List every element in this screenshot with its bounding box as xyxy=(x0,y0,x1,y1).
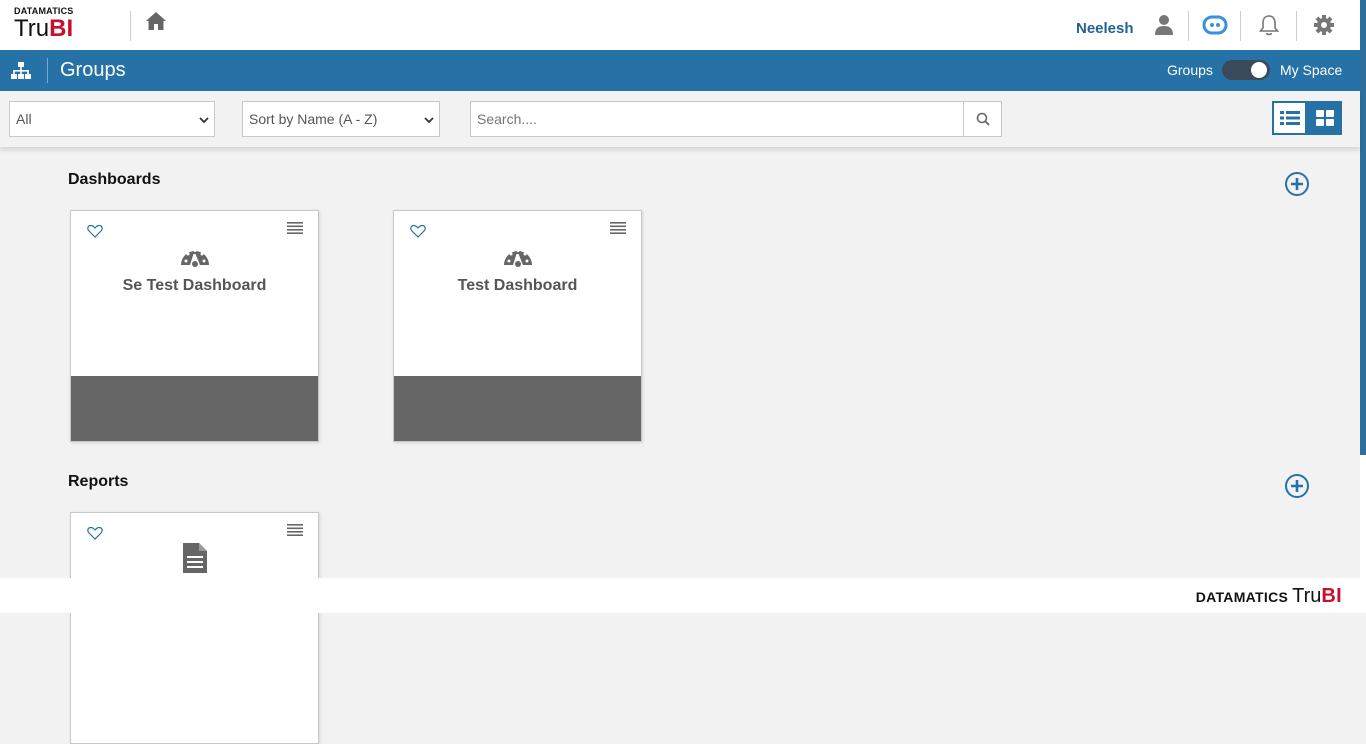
report-document-icon xyxy=(182,543,207,573)
header-divider xyxy=(1240,11,1241,41)
dashboard-gauge-icon xyxy=(503,249,532,267)
sort-select-value: Sort by Name (A - Z) xyxy=(249,111,378,127)
card-thumbnail xyxy=(71,376,318,441)
grid-view-icon xyxy=(1315,110,1334,126)
header-divider xyxy=(130,11,131,41)
section-title-reports: Reports xyxy=(68,473,129,490)
filter-toolbar: All Sort by Name (A - Z) xyxy=(0,91,1360,147)
toggle-label-groups: Groups xyxy=(1167,62,1213,78)
page-footer: DATAMATICS TruBI xyxy=(0,578,1360,613)
heart-icon[interactable] xyxy=(87,526,103,540)
sort-select[interactable]: Sort by Name (A - Z) xyxy=(242,101,440,137)
dashboard-card[interactable]: Se Test Dashboard xyxy=(70,210,319,442)
search-button[interactable] xyxy=(963,102,1001,136)
user-icon[interactable] xyxy=(1154,14,1176,36)
username-link[interactable]: Neelesh xyxy=(1076,20,1134,37)
page-scrollbar[interactable] xyxy=(1360,0,1366,613)
chevron-down-icon xyxy=(199,117,209,124)
sitemap-icon xyxy=(10,61,32,81)
page-title-bar: Groups Groups My Space xyxy=(0,50,1360,91)
scrollbar-thumb[interactable] xyxy=(1360,0,1366,455)
category-select-value: All xyxy=(16,111,32,127)
footer-company: DATAMATICS xyxy=(1195,589,1289,605)
hamburger-menu-icon[interactable] xyxy=(287,222,303,234)
footer-tru: Tru xyxy=(1292,585,1322,607)
heart-icon[interactable] xyxy=(410,224,426,238)
category-select[interactable]: All xyxy=(9,101,215,137)
search-box xyxy=(470,101,1002,137)
title-divider xyxy=(47,58,48,83)
footer-brand: DATAMATICS TruBI xyxy=(1196,585,1342,608)
chatbot-icon[interactable] xyxy=(1202,15,1228,37)
footer-bi: BI xyxy=(1321,585,1342,607)
gear-icon[interactable] xyxy=(1313,14,1335,36)
list-view-button[interactable] xyxy=(1272,101,1307,135)
heart-icon[interactable] xyxy=(87,224,103,238)
hamburger-menu-icon[interactable] xyxy=(287,524,303,536)
toggle-label-my-space: My Space xyxy=(1280,62,1343,78)
hamburger-menu-icon[interactable] xyxy=(610,222,626,234)
chevron-down-icon xyxy=(424,117,434,124)
report-card[interactable] xyxy=(70,512,319,744)
page-title: Groups xyxy=(60,59,126,81)
logo-product: TruBI xyxy=(14,17,84,41)
space-toggle[interactable] xyxy=(1222,60,1270,80)
search-icon xyxy=(976,112,990,126)
toggle-knob xyxy=(1251,62,1267,78)
list-view-icon xyxy=(1279,111,1300,125)
section-title-dashboards: Dashboards xyxy=(68,171,161,188)
home-icon[interactable] xyxy=(145,11,167,33)
card-thumbnail xyxy=(394,376,641,441)
header-divider xyxy=(1296,11,1297,41)
logo-bi: BI xyxy=(49,15,74,42)
add-report-button[interactable] xyxy=(1284,473,1310,499)
search-input[interactable] xyxy=(471,102,963,136)
dashboard-gauge-icon xyxy=(180,249,209,267)
grid-view-button[interactable] xyxy=(1307,101,1342,135)
card-title: Se Test Dashboard xyxy=(122,277,267,294)
trubi-logo[interactable]: DATAMATICS TruBI xyxy=(14,6,84,44)
logo-tru: Tru xyxy=(14,15,50,42)
plus-circle-icon xyxy=(1285,474,1309,498)
dashboard-card[interactable]: Test Dashboard xyxy=(393,210,642,442)
header-divider xyxy=(1188,11,1189,41)
plus-circle-icon xyxy=(1285,172,1309,196)
top-header: DATAMATICS TruBI Neelesh xyxy=(0,0,1360,50)
add-dashboard-button[interactable] xyxy=(1284,171,1310,197)
card-title: Test Dashboard xyxy=(457,277,578,294)
bell-icon[interactable] xyxy=(1258,14,1280,36)
